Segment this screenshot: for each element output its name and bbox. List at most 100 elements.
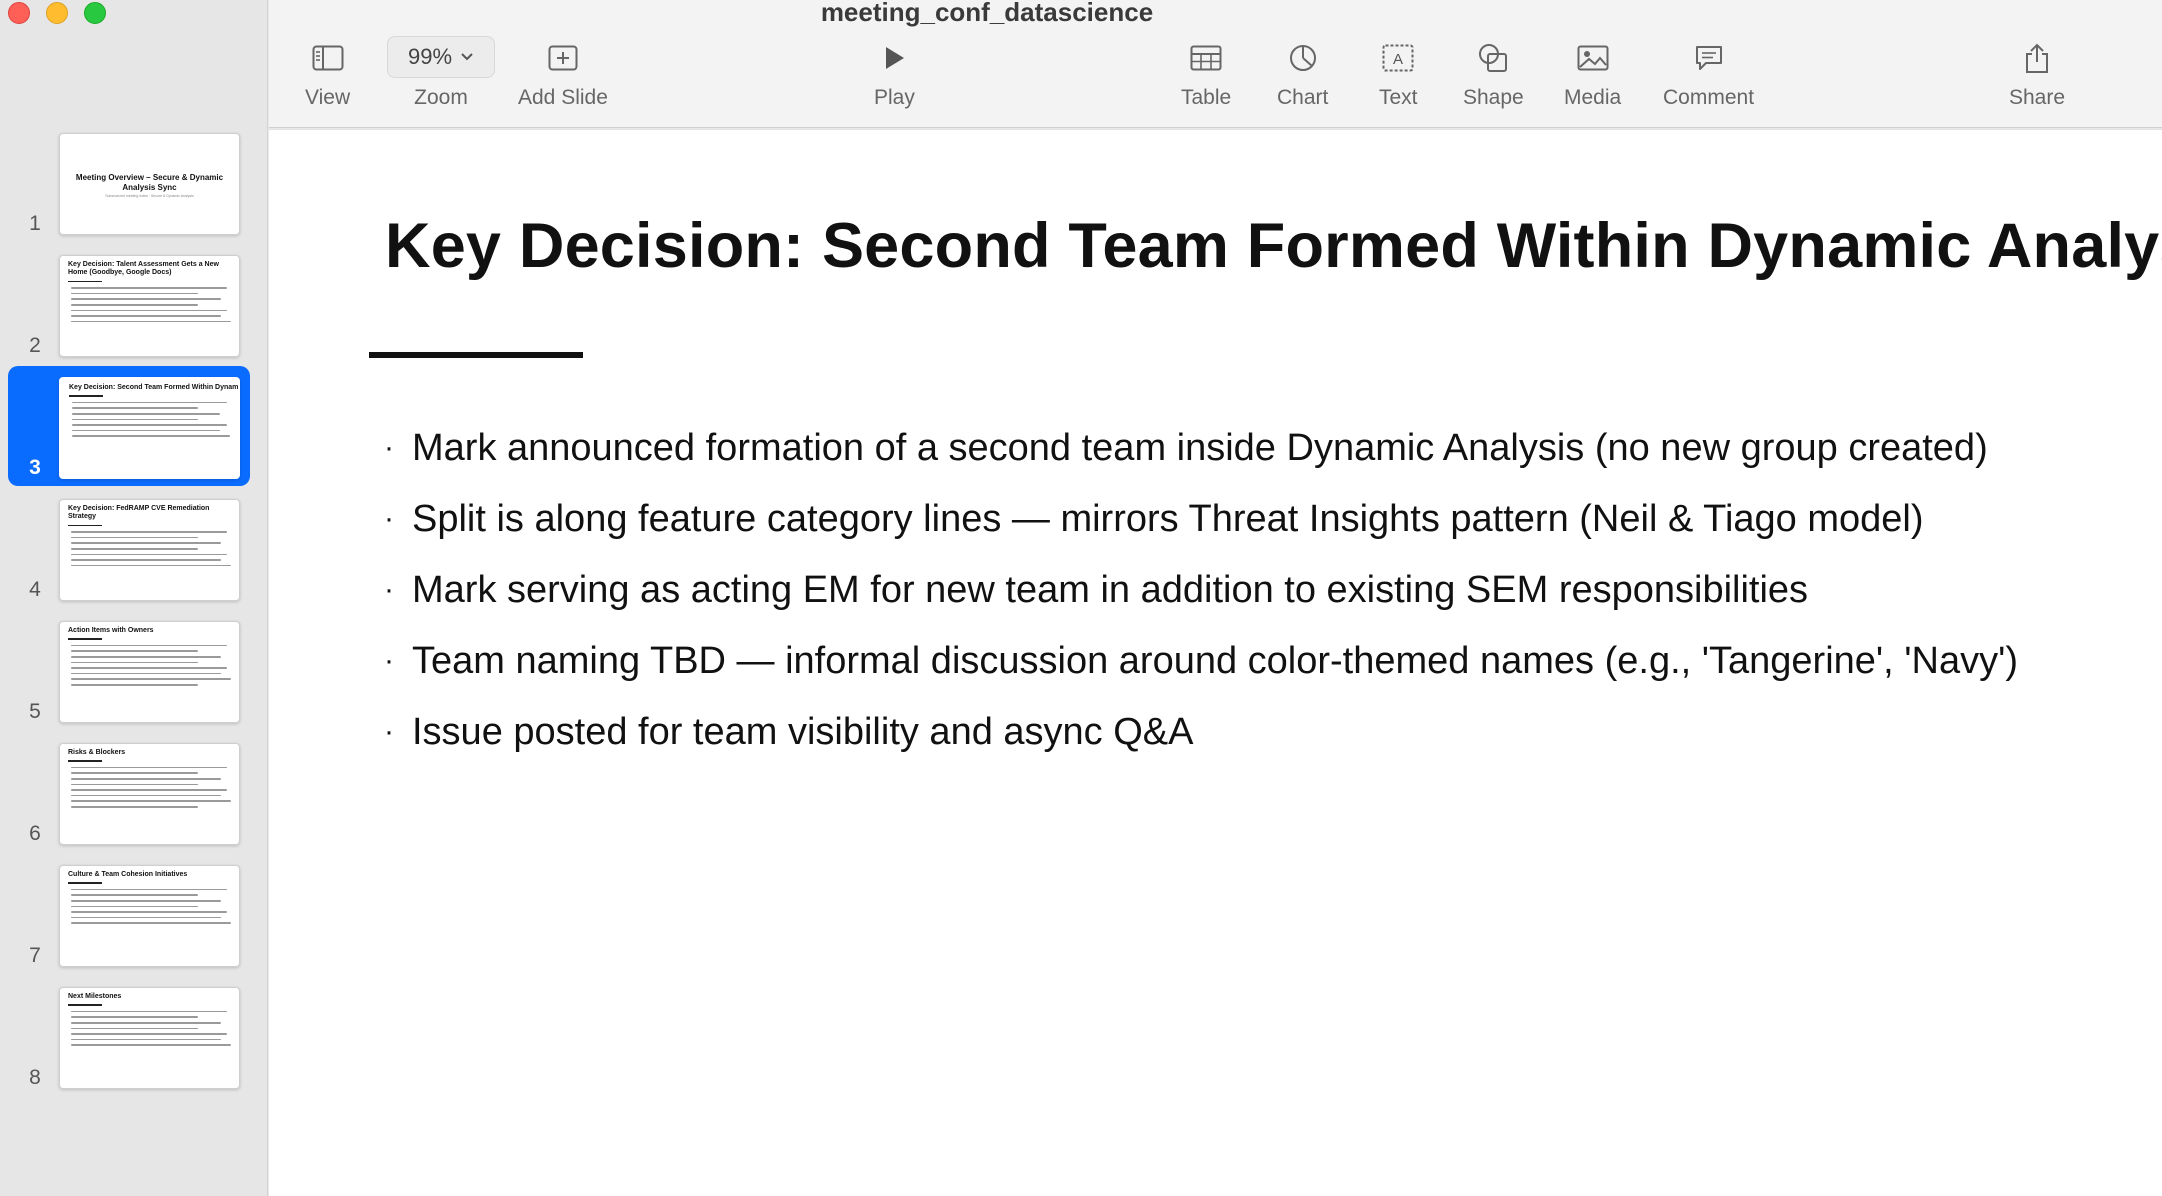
- thumbnail-title: Key Decision: Second Team Formed Within …: [69, 384, 239, 391]
- zoom-dropdown[interactable]: 99%: [387, 35, 495, 78]
- bullet-item[interactable]: · Mark serving as acting EM for new team …: [384, 566, 2024, 614]
- slide-canvas[interactable]: Key Decision: Second Team Formed Within …: [269, 129, 2162, 1196]
- slide-thumbnail-preview[interactable]: Meeting Overview – Secure & Dynamic Anal…: [59, 133, 240, 235]
- comment-icon: [1694, 40, 1724, 76]
- table-icon: [1190, 40, 1222, 76]
- table-button[interactable]: Table: [1181, 40, 1231, 110]
- bullet-text: Mark announced formation of a second tea…: [412, 427, 1988, 469]
- slide-title[interactable]: Key Decision: Second Team Formed Within …: [385, 210, 2162, 282]
- thumbnail-title-rule: [68, 1004, 102, 1006]
- slide-number: 8: [29, 1066, 41, 1089]
- bullet-item[interactable]: · Split is along feature category lines —…: [384, 495, 2024, 543]
- thumbnail-title: Risks & Blockers: [68, 749, 126, 756]
- plus-square-icon: [548, 40, 578, 76]
- shape-label: Shape: [1463, 86, 1524, 109]
- share-button[interactable]: Share: [2009, 40, 2065, 110]
- title-underline: [369, 352, 583, 358]
- pie-chart-icon: [1288, 40, 1318, 76]
- view-label: View: [305, 86, 351, 109]
- zoom-label: Zoom: [414, 86, 468, 109]
- thumbnail-title: Next Milestones: [68, 993, 122, 1000]
- add-slide-label: Add Slide: [518, 86, 608, 109]
- svg-text:A: A: [1393, 51, 1403, 68]
- keynote-window: Meeting Overview – Secure & Dynamic Anal…: [0, 0, 2162, 1196]
- slide-thumbnail-preview[interactable]: Key Decision: Talent Assessment Gets a N…: [59, 255, 240, 357]
- bullet-glyph: ·: [384, 715, 394, 748]
- bullet-text: Team naming TBD — informal discussion ar…: [412, 640, 2019, 682]
- slide-thumbnail-preview[interactable]: Next Milestones: [59, 987, 240, 1089]
- slide-thumbnail-preview[interactable]: Risks & Blockers: [59, 743, 240, 845]
- thumbnail-title: Key Decision: Talent Assessment Gets a N…: [68, 261, 219, 277]
- comment-label: Comment: [1663, 86, 1755, 109]
- slide-number: 4: [29, 578, 41, 601]
- zoom-value: 99%: [407, 43, 453, 69]
- text-box-icon: A: [1382, 40, 1414, 76]
- slide-thumbnail-1[interactable]: Meeting Overview – Secure & Dynamic Anal…: [0, 128, 268, 250]
- share-label: Share: [2009, 86, 2066, 109]
- maximize-window-button[interactable]: [84, 2, 106, 24]
- text-label: Text: [1379, 86, 1418, 109]
- slide-number: 2: [29, 334, 41, 357]
- thumbnail-title-rule: [68, 280, 102, 283]
- thumbnail-title: Culture & Team Cohesion Initiatives: [68, 871, 188, 878]
- shape-icon: [1477, 40, 1509, 76]
- thumbnail-title-rule: [68, 638, 102, 640]
- slide-thumbnail-preview[interactable]: Key Decision: Second Team Formed Within …: [59, 377, 240, 479]
- thumbnail-title: Action Items with Owners: [68, 627, 154, 634]
- media-button[interactable]: Media: [1564, 40, 1621, 110]
- slide-thumbnail-preview[interactable]: Key Decision: FedRAMP CVE Remediation St…: [59, 499, 240, 601]
- view-button[interactable]: View: [305, 40, 350, 110]
- bullet-text: Issue posted for team visibility and asy…: [412, 711, 1194, 753]
- thumbnail-body: [69, 401, 230, 438]
- chevron-down-icon: [460, 52, 474, 62]
- slide-thumbnail-6[interactable]: Risks & Blockers 6: [0, 738, 268, 860]
- slide-thumbnail-3[interactable]: Key Decision: Second Team Formed Within …: [0, 366, 268, 494]
- thumbnail-title-rule: [68, 882, 102, 884]
- zoom-control[interactable]: 99% Zoom: [387, 35, 495, 110]
- window-controls: [8, 2, 106, 24]
- close-window-button[interactable]: [8, 2, 30, 24]
- thumbnail-body: [68, 888, 231, 925]
- slide-thumbnail-8[interactable]: Next Milestones 8: [0, 982, 268, 1104]
- bullet-item[interactable]: · Issue posted for team visibility and as…: [384, 708, 2024, 756]
- play-button[interactable]: Play: [874, 40, 915, 110]
- thumbnail-body: [68, 287, 231, 323]
- slide-thumbnail-preview[interactable]: Culture & Team Cohesion Initiatives: [59, 865, 240, 967]
- sidebar-icon: [312, 40, 344, 76]
- thumbnail-title-rule: [68, 524, 102, 527]
- slide-number: 7: [29, 944, 41, 967]
- chart-label: Chart: [1277, 86, 1329, 109]
- slide-thumbnail-preview[interactable]: Action Items with Owners: [59, 621, 240, 723]
- slide-number: 5: [29, 700, 41, 723]
- thumbnail-body: [68, 1010, 231, 1047]
- slide-thumbnail-2[interactable]: Key Decision: Talent Assessment Gets a N…: [0, 250, 268, 372]
- text-button[interactable]: A Text: [1379, 40, 1418, 110]
- thumbnail-body: [68, 531, 231, 567]
- thumbnail-title-rule: [68, 760, 102, 762]
- thumbnail-title-rule: [69, 395, 103, 397]
- comment-button[interactable]: Comment: [1663, 40, 1754, 110]
- bullet-glyph: ·: [384, 502, 394, 535]
- slide-bullet-list[interactable]: · Mark announced formation of a second te…: [384, 424, 2024, 779]
- play-label: Play: [874, 86, 915, 109]
- shape-button[interactable]: Shape: [1463, 40, 1524, 110]
- slide-thumbnail-4[interactable]: Key Decision: FedRAMP CVE Remediation St…: [0, 494, 268, 616]
- minimize-window-button[interactable]: [46, 2, 68, 24]
- bullet-item[interactable]: · Team naming TBD — informal discussion a…: [384, 637, 2024, 685]
- bullet-text: Split is along feature category lines — …: [412, 498, 1924, 540]
- thumbnail-title: Key Decision: FedRAMP CVE Remediation St…: [68, 505, 210, 521]
- chart-button[interactable]: Chart: [1277, 40, 1328, 110]
- slide-number: 3: [29, 456, 41, 479]
- bullet-item[interactable]: · Mark announced formation of a second te…: [384, 424, 2024, 472]
- bullet-text: Mark serving as acting EM for new team i…: [412, 569, 1809, 611]
- share-icon: [2024, 40, 2050, 76]
- document-title: meeting_conf_datascience: [820, 0, 1154, 27]
- thumbnail-body: [68, 766, 231, 808]
- toolbar: meeting_conf_datascience View 99% Zoom A…: [269, 0, 2162, 128]
- bullet-glyph: ·: [384, 573, 394, 606]
- add-slide-button[interactable]: Add Slide: [518, 40, 608, 110]
- play-icon: [882, 40, 906, 76]
- slide-thumbnail-7[interactable]: Culture & Team Cohesion Initiatives 7: [0, 860, 268, 982]
- slide-number: 1: [29, 212, 41, 235]
- slide-thumbnail-5[interactable]: Action Items with Owners 5: [0, 616, 268, 738]
